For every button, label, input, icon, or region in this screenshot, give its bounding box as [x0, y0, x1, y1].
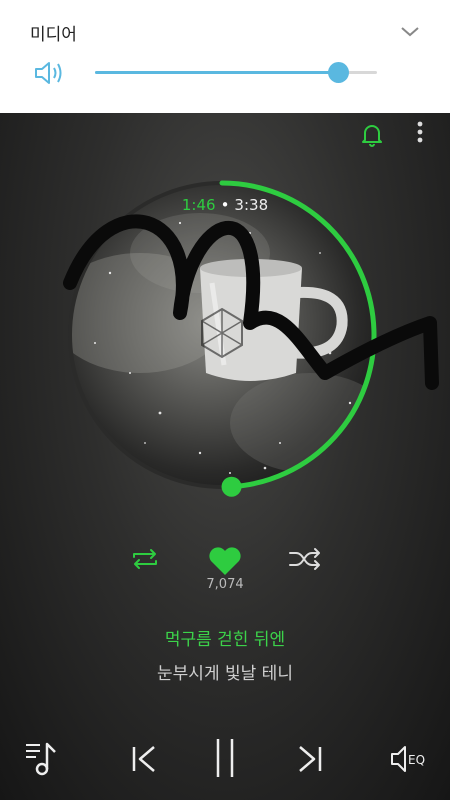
time-separator: • — [220, 196, 230, 214]
speaker-icon[interactable] — [32, 58, 68, 88]
elapsed-time: 1:46 — [181, 196, 216, 214]
next-icon[interactable] — [294, 743, 326, 775]
progress-thumb[interactable] — [221, 476, 242, 497]
volume-slider[interactable] — [95, 62, 377, 83]
chevron-down-icon[interactable] — [398, 22, 422, 42]
heart-icon[interactable] — [208, 546, 242, 576]
previous-icon[interactable] — [128, 743, 160, 775]
volume-slider-thumb[interactable] — [327, 62, 349, 83]
album-art-stage — [63, 180, 439, 497]
music-player: 1:46 • 3:38 7,074 먹구름 걷힌 뒤엔 눈부시게 빛날 테니 EQ — [0, 113, 450, 800]
pause-icon[interactable] — [212, 737, 238, 779]
lyric-next-line: 눈부시게 빛날 테니 — [157, 664, 293, 684]
eq-icon[interactable]: EQ — [388, 743, 430, 775]
like-count: 7,074 — [206, 577, 244, 592]
volume-panel: 미디어 — [0, 0, 450, 113]
shuffle-icon[interactable] — [288, 547, 322, 571]
repeat-icon[interactable] — [128, 547, 162, 571]
lyric-current-line: 먹구름 걷힌 뒤엔 — [164, 630, 286, 650]
volume-panel-title: 미디어 — [30, 25, 77, 45]
total-time: 3:38 — [234, 196, 269, 214]
volume-slider-fill — [95, 71, 338, 74]
eq-label: EQ — [408, 753, 425, 767]
playlist-icon[interactable] — [24, 739, 64, 777]
track-time: 1:46 • 3:38 — [0, 196, 450, 214]
